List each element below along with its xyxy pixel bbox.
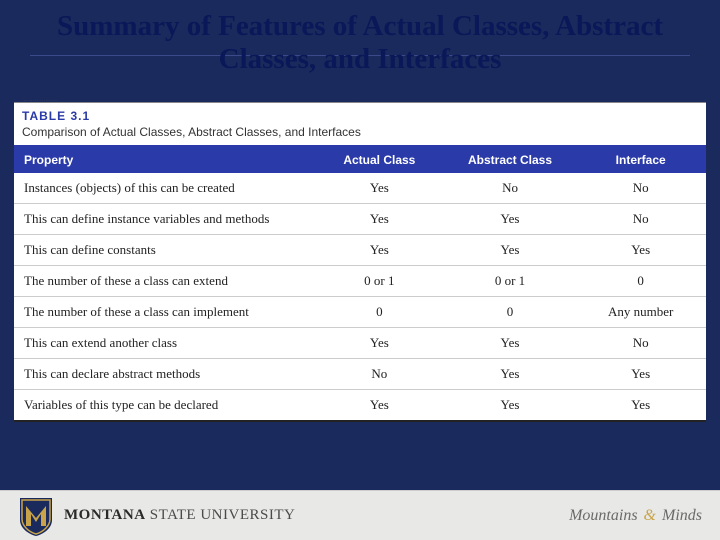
tagline: Mountains & Minds [569,507,702,525]
cell-property: The number of these a class can extend [14,266,314,296]
cell-abstract: 0 [445,297,576,327]
cell-property: Instances (objects) of this can be creat… [14,173,314,203]
table-row: This can define instance variables and m… [14,204,706,235]
cell-property: The number of these a class can implemen… [14,297,314,327]
footer-bar: MONTANA STATE UNIVERSITY Mountains & Min… [0,490,720,540]
cell-abstract: Yes [445,204,576,234]
table-row: The number of these a class can implemen… [14,297,706,328]
cell-abstract: Yes [445,328,576,358]
cell-actual: Yes [314,173,445,203]
cell-interface: No [575,204,706,234]
table-label: TABLE 3.1 [14,102,706,123]
table-row: Instances (objects) of this can be creat… [14,173,706,204]
cell-actual: Yes [314,328,445,358]
cell-abstract: Yes [445,235,576,265]
cell-property: Variables of this type can be declared [14,390,314,420]
cell-actual: Yes [314,390,445,420]
table-row: This can declare abstract methodsNoYesYe… [14,359,706,390]
cell-property: This can declare abstract methods [14,359,314,389]
university-name: MONTANA STATE UNIVERSITY [64,507,295,524]
university-logo: MONTANA STATE UNIVERSITY [18,496,295,536]
cell-interface: No [575,173,706,203]
cell-actual: 0 or 1 [314,266,445,296]
cell-actual: No [314,359,445,389]
cell-actual: Yes [314,204,445,234]
header-abstract-class: Abstract Class [445,147,576,173]
cell-abstract: Yes [445,359,576,389]
table-row: The number of these a class can extend0 … [14,266,706,297]
cell-interface: No [575,328,706,358]
table-row: Variables of this type can be declaredYe… [14,390,706,422]
cell-interface: 0 [575,266,706,296]
table-row: This can define constantsYesYesYes [14,235,706,266]
cell-property: This can define constants [14,235,314,265]
table-caption: Comparison of Actual Classes, Abstract C… [14,123,706,147]
cell-interface: Any number [575,297,706,327]
header-interface: Interface [575,147,706,173]
header-actual-class: Actual Class [314,147,445,173]
cell-actual: Yes [314,235,445,265]
cell-property: This can define instance variables and m… [14,204,314,234]
comparison-table: TABLE 3.1 Comparison of Actual Classes, … [14,102,706,422]
cell-interface: Yes [575,359,706,389]
cell-abstract: 0 or 1 [445,266,576,296]
slide-title: Summary of Features of Actual Classes, A… [0,10,720,77]
m-shield-icon [18,496,54,536]
cell-abstract: Yes [445,390,576,420]
cell-property: This can extend another class [14,328,314,358]
table-header-row: Property Actual Class Abstract Class Int… [14,147,706,173]
cell-actual: 0 [314,297,445,327]
table-row: This can extend another classYesYesNo [14,328,706,359]
cell-interface: Yes [575,235,706,265]
cell-interface: Yes [575,390,706,420]
cell-abstract: No [445,173,576,203]
header-property: Property [14,147,314,173]
